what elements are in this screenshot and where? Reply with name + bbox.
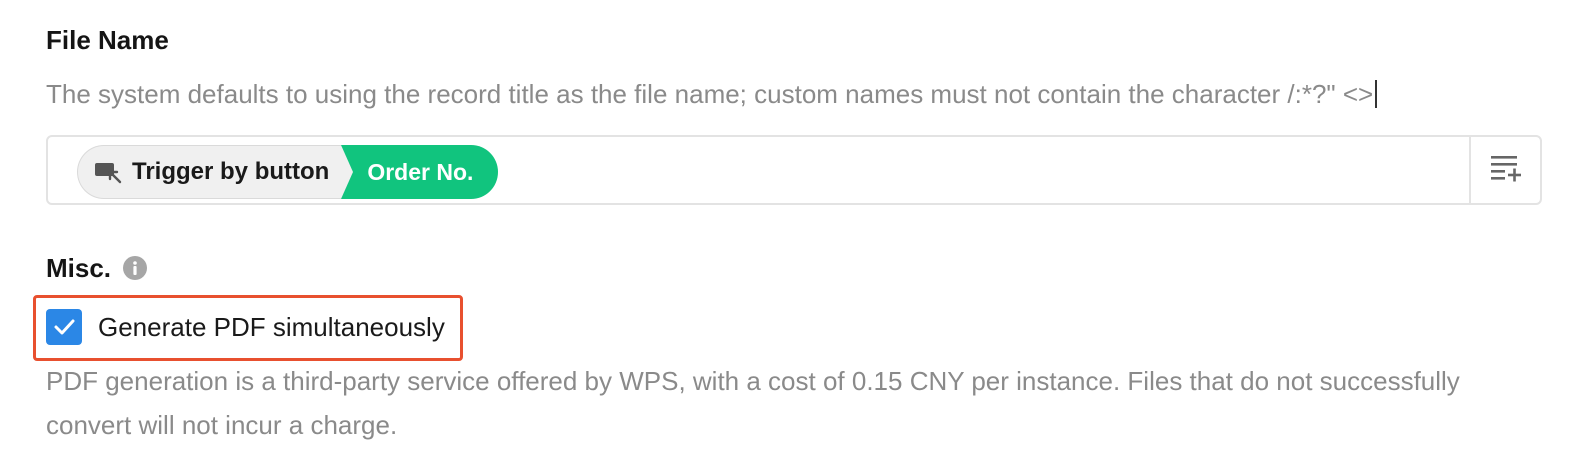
trigger-button-icon <box>94 160 122 184</box>
trigger-by-button-label: Trigger by button <box>132 158 330 185</box>
file-name-field[interactable]: Trigger by button Order No. <box>46 135 1542 205</box>
generate-pdf-option[interactable]: Generate PDF simultaneously <box>46 309 445 345</box>
insert-field-icon <box>1490 154 1522 187</box>
pdf-description: PDF generation is a third-party service … <box>46 366 1460 440</box>
file-name-description-text: The system defaults to using the record … <box>46 79 1374 109</box>
trigger-by-button-tag[interactable]: Trigger by button <box>77 145 342 199</box>
insert-field-button[interactable] <box>1469 137 1540 203</box>
text-cursor <box>1375 80 1378 108</box>
file-name-token[interactable]: Trigger by button Order No. <box>77 145 499 199</box>
tag-separator-arrow <box>341 145 354 199</box>
generate-pdf-label: Generate PDF simultaneously <box>98 311 445 342</box>
generate-pdf-checkbox[interactable] <box>46 309 82 345</box>
order-no-label: Order No. <box>367 158 474 185</box>
file-name-heading: File Name <box>46 25 169 55</box>
misc-heading: Misc. <box>46 253 148 283</box>
checkmark-icon <box>54 319 75 335</box>
info-icon[interactable] <box>123 256 148 280</box>
file-name-description: The system defaults to using the record … <box>46 72 1378 116</box>
misc-heading-text: Misc. <box>46 253 112 283</box>
order-no-tag[interactable]: Order No. <box>341 145 499 199</box>
